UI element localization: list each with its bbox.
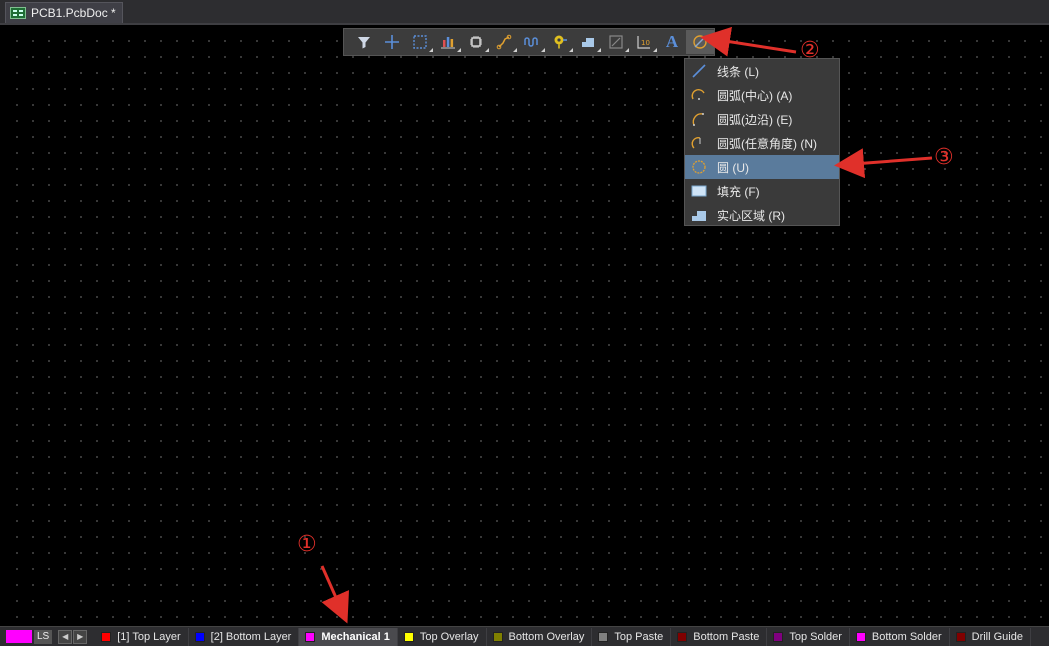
menu-item-label: 圆弧(任意角度) (N) xyxy=(717,136,817,151)
layer-tab[interactable]: Drill Guide xyxy=(950,627,1031,646)
layer-tab-label: Bottom Overlay xyxy=(508,630,585,643)
crosshair-button[interactable] xyxy=(378,30,406,54)
tune-length-button[interactable] xyxy=(518,30,546,54)
document-tab[interactable]: PCB1.PcbDoc * xyxy=(5,2,123,23)
dimension-button[interactable] xyxy=(602,30,630,54)
layer-tab-label: Bottom Solder xyxy=(871,630,942,643)
pad-via-icon xyxy=(554,35,567,49)
layer-tab-label: [1] Top Layer xyxy=(117,630,181,643)
layer-tab[interactable]: Top Overlay xyxy=(398,627,487,646)
layer-tab-bar: LS ◀ ▶ [1] Top Layer [2] Bottom Layer Mech… xyxy=(0,626,1049,646)
layer-tab[interactable]: Top Paste xyxy=(592,627,672,646)
layer-tab-label: Top Solder xyxy=(789,630,842,643)
svg-text:10: 10 xyxy=(641,39,650,47)
fill-icon xyxy=(691,185,707,197)
layer-set-button[interactable]: LS xyxy=(34,629,53,644)
layer-tab-label: Mechanical 1 xyxy=(321,630,390,643)
menu-item-fill[interactable]: 填充 (F) xyxy=(685,179,839,203)
layer-tab-label: Bottom Paste xyxy=(693,630,760,643)
designator-icon: 10 xyxy=(637,36,650,49)
filter-icon xyxy=(358,37,370,49)
route-button[interactable] xyxy=(490,30,518,54)
layer-tab-label: Top Paste xyxy=(614,630,664,643)
current-layer-swatch xyxy=(6,630,32,643)
filter-button[interactable] xyxy=(350,30,378,54)
solid-region-icon xyxy=(692,211,706,221)
arc-center-icon xyxy=(691,89,705,100)
layer-tab[interactable]: [2] Bottom Layer xyxy=(189,627,300,646)
layer-color-swatch xyxy=(955,631,966,642)
dimension-icon xyxy=(609,35,623,49)
layer-tab-label: Drill Guide xyxy=(971,630,1023,643)
active-bar-toolbar: 10 A xyxy=(343,28,715,56)
layer-color-swatch xyxy=(194,631,205,642)
document-tab-strip: PCB1.PcbDoc * xyxy=(0,0,1049,25)
menu-item-label: 实心区域 (R) xyxy=(717,208,785,223)
menu-item-label: 圆弧(边沿) (E) xyxy=(717,112,793,127)
layer-color-swatch xyxy=(305,631,316,642)
layer-tab[interactable]: Bottom Overlay xyxy=(487,627,593,646)
menu-item-circle[interactable]: 圆 (U) xyxy=(685,155,839,179)
polygon-button[interactable] xyxy=(574,30,602,54)
route-icon xyxy=(496,34,512,50)
circle-icon xyxy=(692,160,706,174)
menu-item-label: 圆弧(中心) (A) xyxy=(717,88,793,103)
text-button[interactable]: A xyxy=(658,30,686,54)
layer-color-swatch xyxy=(598,631,609,642)
layer-tab-label: Top Overlay xyxy=(419,630,479,643)
designator-button[interactable]: 10 xyxy=(630,30,658,54)
menu-item-label: 线条 (L) xyxy=(717,64,760,79)
align-button[interactable] xyxy=(434,30,462,54)
layer-color-swatch xyxy=(101,631,112,642)
layer-color-swatch xyxy=(773,631,784,642)
pcb-document-icon xyxy=(10,7,26,19)
scroll-left-icon[interactable]: ◀ xyxy=(58,629,73,644)
arc-any-angle-icon xyxy=(691,137,701,149)
layer-tab[interactable]: Bottom Solder xyxy=(850,627,950,646)
annotation-1: ① xyxy=(297,532,317,557)
annotation-2: ② xyxy=(800,38,820,63)
tune-length-icon xyxy=(524,37,538,47)
document-tab-title: PCB1.PcbDoc * xyxy=(31,6,116,20)
layer-color-swatch xyxy=(492,631,503,642)
layer-tab[interactable]: [1] Top Layer xyxy=(95,627,189,646)
layer-color-swatch xyxy=(677,631,688,642)
layer-tab-label: [2] Bottom Layer xyxy=(210,630,292,643)
arc-shapes-icon xyxy=(693,35,707,49)
layer-color-swatch xyxy=(403,631,414,642)
bar-chart-icon xyxy=(441,37,455,49)
select-rect-icon xyxy=(413,35,427,49)
select-rect-button[interactable] xyxy=(406,30,434,54)
menu-item-arc-center[interactable]: 圆弧(中心) (A) xyxy=(685,83,839,107)
menu-item-label: 填充 (F) xyxy=(717,184,760,199)
arc-edge-icon xyxy=(692,113,704,126)
menu-item-label: 圆 (U) xyxy=(717,160,749,175)
scroll-right-icon[interactable]: ▶ xyxy=(73,629,88,644)
annotation-3: ③ xyxy=(934,145,954,170)
menu-item-arc-edge[interactable]: 圆弧(边沿) (E) xyxy=(685,107,839,131)
pad-via-button[interactable] xyxy=(546,30,574,54)
menu-item-arc-any-angle[interactable]: 圆弧(任意角度) (N) xyxy=(685,131,839,155)
component-button[interactable] xyxy=(462,30,490,54)
menu-item-solid-region[interactable]: 实心区域 (R) xyxy=(685,203,839,227)
line-icon xyxy=(692,64,706,78)
crosshair-icon xyxy=(385,35,399,49)
component-icon xyxy=(470,36,482,48)
layer-tab[interactable]: Bottom Paste xyxy=(671,627,768,646)
arc-shapes-button[interactable] xyxy=(686,30,714,54)
polygon-icon xyxy=(582,38,594,47)
layer-tab[interactable]: Mechanical 1 xyxy=(299,627,398,646)
layer-color-swatch xyxy=(855,631,866,642)
arc-shapes-dropdown-menu: 线条 (L) 圆弧(中心) (A) 圆弧(边沿) (E) 圆弧(任意角度) (N… xyxy=(684,58,840,226)
pcb-canvas[interactable] xyxy=(5,27,1045,625)
text-icon: A xyxy=(665,32,679,51)
layer-tab[interactable]: Top Solder xyxy=(767,627,850,646)
